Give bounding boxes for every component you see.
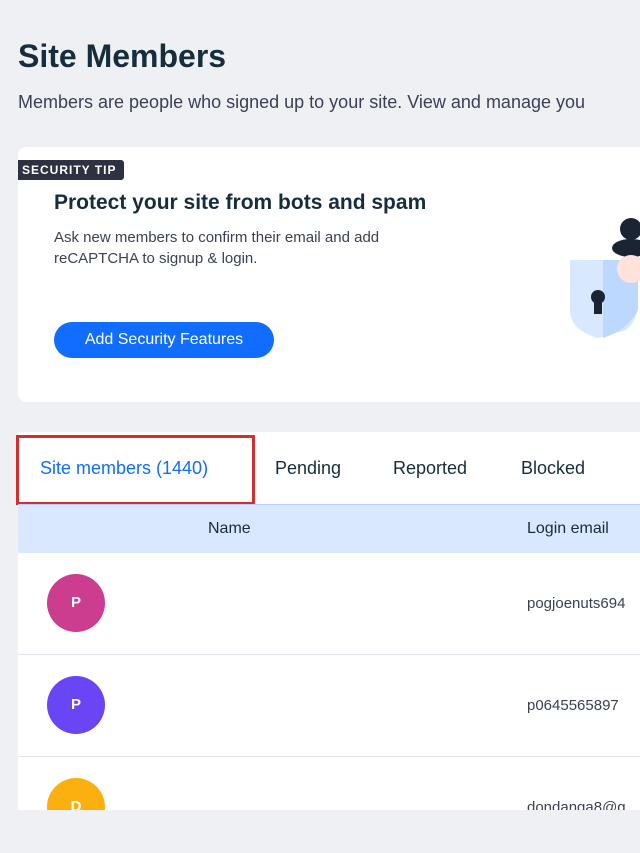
avatar: P: [47, 574, 105, 632]
member-email: dondanga8@g: [527, 799, 626, 810]
members-tabs: Site members (1440) Pending Reported Blo…: [18, 432, 640, 505]
security-tip-badge: SECURITY TIP: [18, 160, 125, 180]
members-table: P pogjoenuts694 P p0645565897 D dondanga…: [18, 553, 640, 810]
table-row[interactable]: P pogjoenuts694: [18, 553, 640, 655]
members-table-header: Name Login email: [18, 504, 640, 554]
table-row[interactable]: P p0645565897: [18, 655, 640, 757]
tab-pending[interactable]: Pending: [275, 432, 341, 502]
member-email: p0645565897: [527, 697, 619, 714]
tab-site-members[interactable]: Site members (1440): [40, 432, 208, 502]
security-tip-title: Protect your site from bots and spam: [54, 191, 427, 214]
tab-blocked[interactable]: Blocked: [521, 432, 585, 502]
table-row[interactable]: D dondanga8@g: [18, 757, 640, 810]
column-header-name[interactable]: Name: [208, 505, 251, 553]
column-header-login-email[interactable]: Login email: [527, 505, 609, 553]
security-tip-body: Ask new members to confirm their email a…: [54, 229, 380, 267]
tab-reported[interactable]: Reported: [393, 432, 467, 502]
security-tip-card: SECURITY TIP Protect your site from bots…: [18, 147, 640, 402]
add-security-features-button[interactable]: Add Security Features: [54, 322, 274, 358]
member-email: pogjoenuts694: [527, 595, 626, 612]
avatar: D: [47, 778, 105, 810]
avatar: P: [47, 676, 105, 734]
page-title: Site Members: [18, 38, 227, 74]
page-subtitle: Members are people who signed up to your…: [18, 92, 586, 112]
security-shield-illustration: [570, 218, 640, 338]
